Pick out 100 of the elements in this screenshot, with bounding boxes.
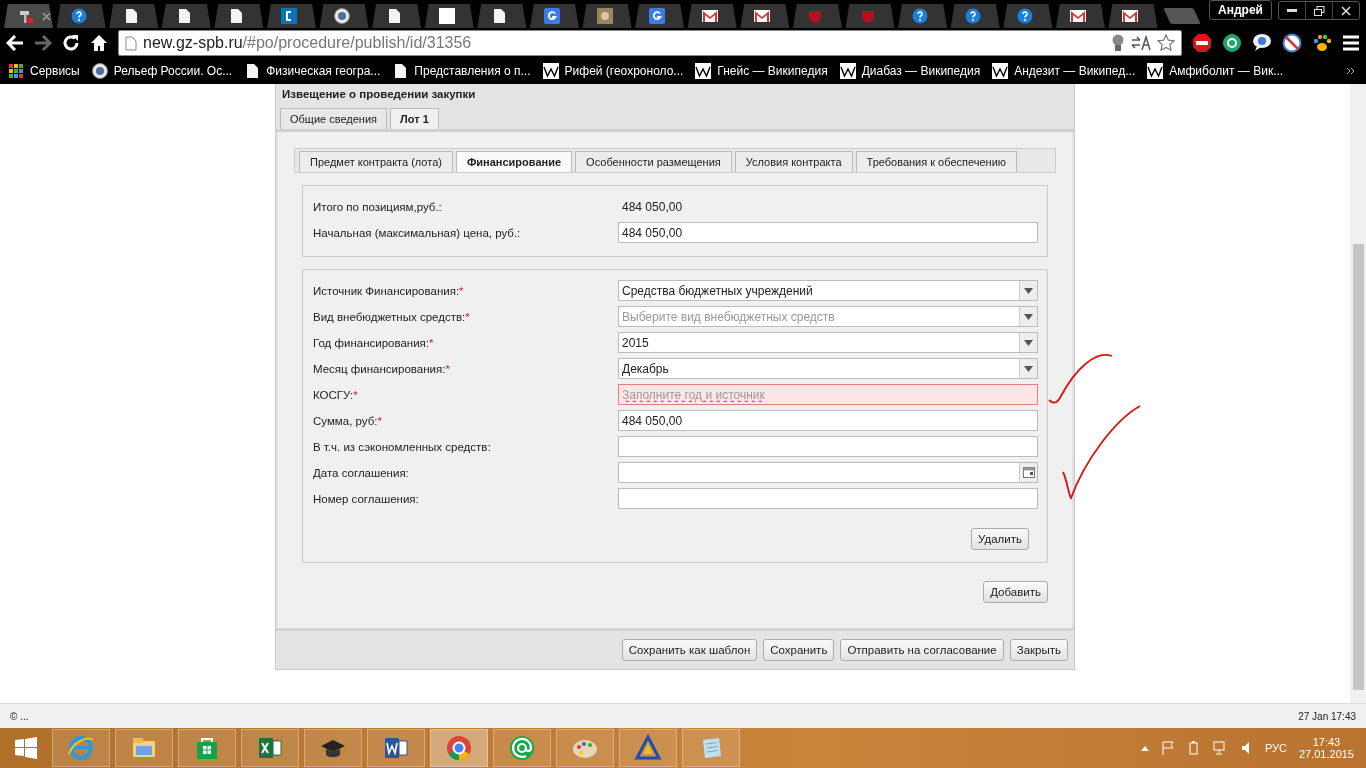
input-field[interactable]: 484 050,00 — [618, 222, 1038, 243]
shield-icon — [806, 8, 823, 24]
browser-tab[interactable] — [950, 4, 1000, 28]
footer-button[interactable]: Сохранить как шаблон — [621, 639, 758, 661]
taskbar-app[interactable] — [241, 729, 299, 767]
taskbar-app[interactable] — [304, 729, 362, 767]
browser-tab[interactable] — [372, 4, 422, 28]
help-icon — [70, 8, 87, 24]
browser-tab[interactable] — [319, 4, 369, 28]
field-label: Сумма, руб:* — [313, 414, 383, 427]
taskbar-app[interactable] — [178, 729, 236, 767]
browser-tab[interactable] — [635, 4, 685, 28]
footer-button[interactable]: Отправить на согласование — [840, 639, 1004, 661]
flag-icon[interactable] — [1160, 741, 1175, 755]
star-icon[interactable] — [1157, 34, 1175, 52]
favicon-icon — [280, 8, 297, 24]
bookmark[interactable]: Физическая геогра... — [244, 63, 381, 79]
bookmark[interactable]: Андезит — Википед... — [992, 63, 1136, 79]
browser-tab[interactable] — [529, 4, 579, 28]
seal-icon — [91, 63, 108, 79]
bookmark[interactable]: Сервисы — [8, 63, 80, 79]
dropdown-arrow-icon — [1024, 365, 1033, 372]
back-arrow-icon[interactable] — [6, 35, 24, 51]
scrollbar-thumb[interactable] — [1352, 244, 1364, 690]
input-field[interactable]: 484 050,00 — [618, 410, 1038, 431]
bookmark[interactable]: Рельеф России. Ос... — [91, 63, 233, 79]
menu-icon[interactable] — [1342, 35, 1360, 51]
translate-icon[interactable] — [1131, 35, 1151, 51]
browser-tab[interactable] — [898, 4, 948, 28]
tab[interactable]: Условия контракта — [734, 151, 853, 172]
blocked-icon[interactable] — [1282, 33, 1302, 53]
browser-tab[interactable] — [1003, 4, 1053, 28]
bookmark[interactable]: Диабаз — Википедия — [839, 63, 981, 79]
browser-tab[interactable] — [266, 4, 316, 28]
speech-bubble-icon[interactable] — [1252, 33, 1272, 53]
reload-icon[interactable] — [62, 34, 80, 52]
bookmark[interactable]: Гнейс — Википедия — [695, 63, 828, 79]
tab[interactable]: Требования к обеспечению — [855, 151, 1018, 172]
paw-icon[interactable] — [1312, 33, 1332, 53]
browser-tab[interactable] — [582, 4, 632, 28]
chevron-icon[interactable] — [1346, 66, 1356, 76]
taskbar-app[interactable] — [430, 729, 488, 767]
taskbar-app[interactable] — [367, 729, 425, 767]
add-button[interactable]: Добавить — [983, 581, 1048, 603]
scrollbar[interactable] — [1350, 84, 1366, 703]
address-bar[interactable]: new.gz-spb.ru/#po/procedure/publish/id/31356 — [118, 30, 1182, 56]
profile-button[interactable]: Андрей — [1209, 0, 1272, 20]
browser-e-icon — [67, 734, 95, 762]
clock[interactable]: 17:43 27.01.2015 — [1298, 736, 1354, 760]
input-field[interactable]: Заполните год и источник — [618, 384, 1038, 405]
forward-arrow-icon[interactable] — [34, 35, 52, 51]
bookmark[interactable]: Представления о п... — [392, 63, 531, 79]
bookmark[interactable]: Рифей (геохроноло... — [542, 63, 684, 79]
extension-icon[interactable] — [1222, 33, 1242, 53]
date-field[interactable] — [618, 462, 1038, 483]
chrome-icon — [445, 734, 473, 762]
browser-tab[interactable] — [1108, 4, 1158, 28]
browser-tab[interactable] — [56, 4, 106, 28]
blank-page-icon — [438, 8, 455, 24]
tab[interactable]: Особенности размещения — [575, 151, 732, 172]
input-field[interactable] — [618, 488, 1038, 509]
browser-tab[interactable] — [4, 4, 53, 28]
browser-tab[interactable] — [424, 4, 474, 28]
footer-button[interactable]: Сохранить — [763, 639, 835, 661]
dropdown-field[interactable]: 2015 — [618, 332, 1038, 353]
dropdown-field[interactable]: Декабрь — [618, 358, 1038, 379]
browser-tab[interactable] — [109, 4, 159, 28]
browser-tab[interactable] — [214, 4, 264, 28]
close-icon — [1341, 5, 1351, 16]
close-icon[interactable] — [42, 11, 51, 21]
footer-button[interactable]: Закрыть — [1009, 639, 1068, 661]
tab[interactable]: Лот 1 — [390, 108, 439, 129]
bookmark[interactable]: Амфиболит — Вик... — [1147, 63, 1284, 79]
browser-tab[interactable] — [740, 4, 790, 28]
apps-grid-icon — [8, 63, 24, 79]
tab[interactable]: Общие сведения — [280, 108, 388, 129]
tab[interactable]: Финансирование — [455, 151, 573, 172]
delete-button[interactable]: Удалить — [971, 528, 1029, 550]
wikipedia-icon — [542, 63, 559, 79]
new-tab-button[interactable] — [1163, 8, 1201, 24]
caret-icon[interactable] — [1140, 745, 1149, 751]
taskbar-app[interactable] — [619, 729, 677, 767]
stop-sign-icon[interactable] — [1192, 33, 1212, 53]
tab[interactable]: Предмет контракта (лота) — [299, 151, 453, 172]
lightbulb-icon[interactable] — [1111, 34, 1125, 52]
browser-tab[interactable] — [1055, 4, 1105, 28]
home-icon[interactable] — [90, 34, 108, 52]
browser-tab[interactable] — [687, 4, 737, 28]
calendar-icon[interactable] — [1022, 467, 1035, 478]
help-icon — [912, 8, 929, 24]
wikipedia-icon — [695, 63, 712, 79]
browser-tab[interactable] — [161, 4, 211, 28]
field-value: 484 050,00 — [621, 199, 684, 214]
wikipedia-icon — [1147, 63, 1164, 79]
field-label: Итого по позициям,руб.: — [313, 200, 443, 213]
language-indicator[interactable]: РУС — [1264, 742, 1287, 754]
dropdown-field[interactable]: Средства бюджетных учреждений — [618, 280, 1038, 301]
input-field[interactable] — [618, 436, 1038, 457]
battery-icon[interactable] — [1186, 741, 1201, 755]
browser-tab[interactable] — [477, 4, 527, 28]
